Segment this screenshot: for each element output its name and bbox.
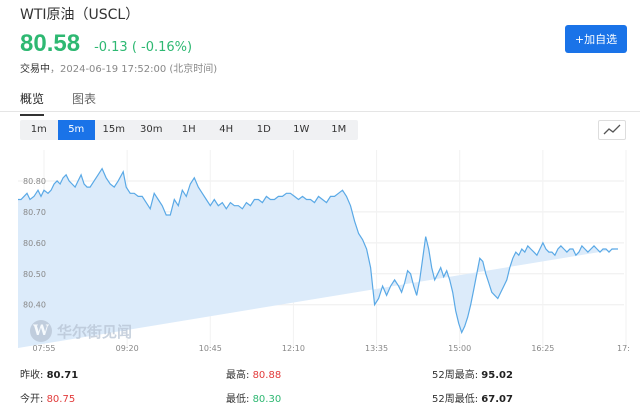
stat-open: 今开: 80.75 <box>20 390 75 405</box>
price-change: -0.13 ( -0.16%) <box>94 40 193 55</box>
y-tick-label: 80.70 <box>23 208 46 217</box>
y-tick-label: 80.50 <box>23 270 46 279</box>
period-4h[interactable]: 4H <box>208 120 246 140</box>
stat-value: 95.02 <box>481 370 513 381</box>
tab-overview[interactable]: 概览 <box>20 90 45 116</box>
watermark: W 华尔街见闻 <box>30 320 132 342</box>
chart-type-button[interactable] <box>598 120 626 140</box>
period-15m[interactable]: 15m <box>95 120 133 140</box>
stat-label: 52周最高: <box>432 370 479 381</box>
period-1h[interactable]: 1H <box>170 120 208 140</box>
stat-high: 最高: 80.88 <box>226 366 281 381</box>
period-1mo[interactable]: 1M <box>320 120 358 140</box>
stat-52w-high: 52周最高: 95.02 <box>432 366 513 381</box>
stat-label: 52周最低: <box>432 394 479 405</box>
instrument-title: WTI原油（USCL） <box>20 7 140 23</box>
period-1d[interactable]: 1D <box>245 120 283 140</box>
add-to-watchlist-button[interactable]: +加自选 <box>565 25 627 53</box>
stat-value: 67.07 <box>481 394 513 405</box>
y-tick-label: 80.40 <box>23 301 46 310</box>
last-price: 80.58 <box>20 30 81 57</box>
stat-label: 昨收: <box>20 370 44 381</box>
x-tick-label: 16:25 <box>531 344 554 353</box>
stat-label: 最低: <box>226 394 250 405</box>
x-tick-label: 15:00 <box>448 344 471 353</box>
stat-value: 80.75 <box>46 394 76 405</box>
tab-divider <box>0 111 640 112</box>
stat-prev-close: 昨收: 80.71 <box>20 366 78 381</box>
x-tick-label: 10:45 <box>199 344 222 353</box>
stat-label: 最高: <box>226 370 250 381</box>
stat-low: 最低: 80.30 <box>226 390 281 405</box>
stat-52w-low: 52周最低: 67.07 <box>432 390 513 405</box>
stat-value: 80.71 <box>46 370 79 381</box>
status-label: 交易中 <box>20 64 50 75</box>
x-tick-label: 13:35 <box>365 344 388 353</box>
x-tick-label: 09:20 <box>116 344 139 353</box>
y-tick-label: 80.80 <box>23 177 46 186</box>
line-chart-icon <box>603 124 621 135</box>
period-30m[interactable]: 30m <box>133 120 171 140</box>
x-tick-label: 07:55 <box>32 344 55 353</box>
watermark-logo-icon: W <box>30 320 52 342</box>
trading-status: 交易中，2024-06-19 17:52:00 (北京时间) <box>20 60 217 75</box>
price-row: 80.58 -0.13 ( -0.16%) <box>20 30 192 58</box>
x-tick-label: 17:5 <box>617 344 630 353</box>
y-tick-label: 80.60 <box>23 239 46 248</box>
period-5m[interactable]: 5m <box>57 120 95 140</box>
view-tabs: 概览 图表 <box>20 90 124 116</box>
period-1w[interactable]: 1W <box>283 120 321 140</box>
stat-label: 今开: <box>20 394 44 405</box>
period-1m[interactable]: 1m <box>20 120 58 140</box>
stat-value: 80.30 <box>252 394 282 405</box>
period-selector: 1m 5m 15m 30m 1H 4H 1D 1W 1M <box>20 120 358 140</box>
status-timestamp: 2024-06-19 17:52:00 (北京时间) <box>60 64 218 75</box>
watermark-text: 华尔街见闻 <box>57 322 133 341</box>
stat-value: 80.88 <box>252 370 282 381</box>
status-separator: ， <box>50 64 60 75</box>
x-tick-label: 12:10 <box>282 344 305 353</box>
tab-chart[interactable]: 图表 <box>72 90 96 116</box>
